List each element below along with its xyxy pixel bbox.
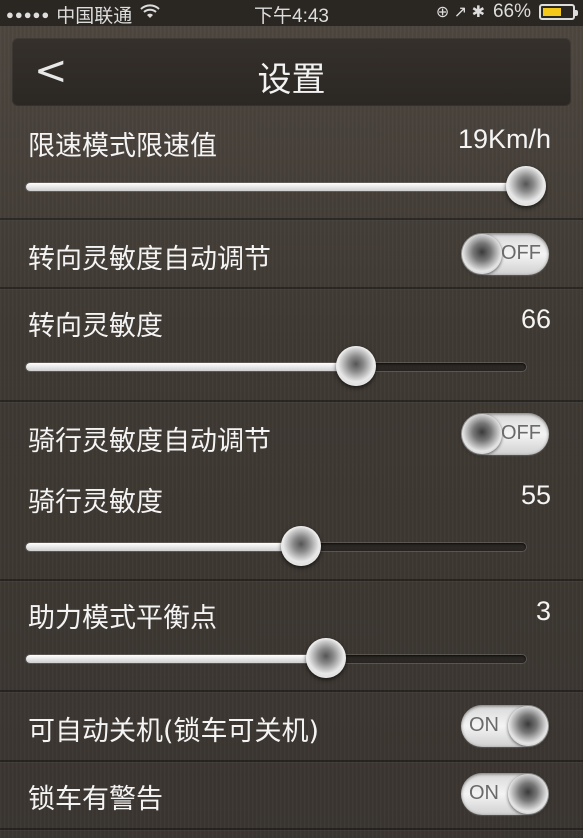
slider-knob[interactable]	[506, 166, 546, 206]
toggle-state: ON	[469, 782, 499, 804]
battery-icon	[539, 4, 578, 20]
toggle-knob	[462, 414, 502, 454]
slider-track	[26, 183, 526, 191]
divider	[0, 287, 583, 290]
divider	[0, 579, 583, 582]
balance-slider[interactable]	[26, 638, 526, 678]
slider-knob[interactable]	[336, 346, 376, 386]
setting-label: 转向灵敏度	[28, 311, 163, 342]
divider	[0, 828, 583, 831]
toggle-knob	[462, 234, 502, 274]
toggle-state: ON	[469, 714, 499, 736]
slider-fill	[26, 543, 301, 551]
divider	[0, 400, 583, 403]
setting-label: 限速模式限速值	[28, 131, 217, 162]
lock-alarm-toggle[interactable]: ON	[461, 773, 549, 815]
status-bar: ●●●●● 中国联通 下午4:43 ⊕ ↗ ✱ 66%	[0, 0, 583, 27]
setting-label: 助力模式平衡点	[28, 603, 217, 634]
status-icons: ⊕ ↗ ✱	[435, 4, 485, 21]
setting-label: 转向灵敏度自动调节	[28, 244, 271, 275]
divider	[0, 760, 583, 763]
slider-fill	[26, 183, 526, 191]
navigation-bar: < 设置	[12, 38, 571, 106]
slider-track	[26, 543, 526, 551]
slider-track	[26, 655, 526, 663]
toggle-knob	[508, 774, 548, 814]
slider-fill	[26, 363, 356, 371]
riding-auto-toggle[interactable]: OFF	[461, 413, 549, 455]
slider-fill	[26, 655, 326, 663]
slider-track	[26, 363, 526, 371]
speed-limit-slider[interactable]	[26, 166, 546, 206]
riding-slider[interactable]	[26, 526, 526, 566]
toggle-state: OFF	[501, 242, 541, 264]
divider	[0, 690, 583, 693]
setting-label: 锁车有警告	[28, 784, 163, 815]
page-title: 设置	[257, 60, 326, 100]
slider-knob[interactable]	[281, 526, 321, 566]
toggle-knob	[508, 706, 548, 746]
divider	[0, 218, 583, 221]
setting-value: 66	[520, 304, 551, 334]
steering-slider[interactable]	[26, 346, 526, 386]
setting-label: 骑行灵敏度	[28, 487, 163, 518]
toggle-state: OFF	[501, 422, 541, 444]
slider-knob[interactable]	[306, 638, 346, 678]
setting-value: 3	[535, 596, 551, 626]
auto-shutdown-toggle[interactable]: ON	[461, 705, 549, 747]
setting-value: 19Km/h	[457, 124, 551, 154]
steering-auto-toggle[interactable]: OFF	[461, 233, 549, 275]
setting-value: 55	[520, 480, 551, 510]
status-right: ⊕ ↗ ✱ 66%	[435, 1, 578, 23]
setting-label: 可自动关机(锁车可关机)	[28, 716, 320, 747]
setting-label: 骑行灵敏度自动调节	[28, 426, 271, 457]
battery-percent: 66%	[492, 1, 531, 22]
